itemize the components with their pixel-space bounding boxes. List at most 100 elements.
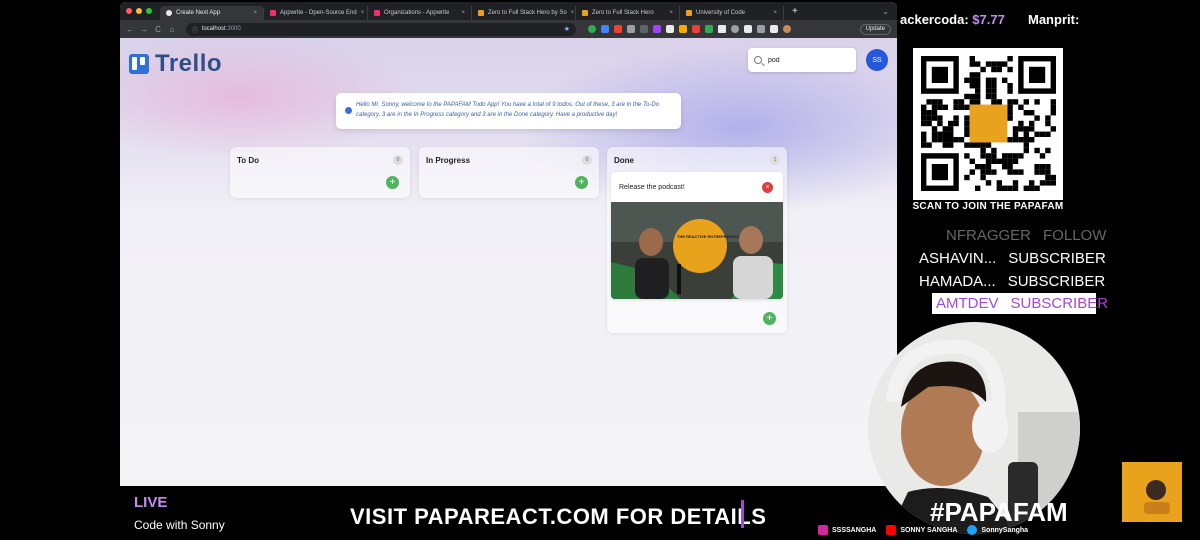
tab-close-icon[interactable]: × bbox=[773, 10, 777, 16]
qr-module bbox=[1012, 185, 1019, 191]
extension-icon[interactable] bbox=[705, 25, 713, 33]
qr-module bbox=[1007, 153, 1013, 159]
qr-module bbox=[921, 110, 927, 116]
alert-row: NFRAGGER FOLLOW bbox=[946, 224, 1106, 247]
address-bar[interactable]: ⓘ localhost:3000 ★ bbox=[186, 22, 576, 36]
qr-caption: SCAN TO JOIN THE PAPAFAM bbox=[912, 201, 1064, 212]
qr-module bbox=[991, 93, 997, 100]
extension-icon[interactable] bbox=[666, 25, 674, 33]
qr-module bbox=[937, 115, 943, 121]
qr-module bbox=[953, 99, 959, 105]
extension-icon[interactable] bbox=[601, 25, 609, 33]
alert-name: ASHAVIN... bbox=[919, 250, 997, 267]
extension-icon[interactable] bbox=[718, 25, 726, 33]
forward-button[interactable]: → bbox=[140, 25, 148, 34]
alert-action: FOLLOW bbox=[1043, 227, 1107, 244]
add-todo-button[interactable]: + bbox=[763, 312, 776, 325]
url-text[interactable]: localhost:3000 bbox=[202, 26, 560, 32]
qr-module bbox=[991, 99, 997, 105]
bookmark-star-icon[interactable]: ★ bbox=[564, 25, 570, 33]
search-box[interactable] bbox=[748, 48, 856, 72]
extensions-bar bbox=[588, 25, 791, 33]
add-todo-button[interactable]: + bbox=[386, 176, 399, 189]
tab-favicon-icon bbox=[582, 10, 588, 16]
qr-module bbox=[991, 61, 997, 67]
qr-module bbox=[991, 158, 997, 164]
extension-icon[interactable] bbox=[614, 25, 622, 33]
qr-module bbox=[964, 126, 970, 132]
qr-module bbox=[1007, 56, 1013, 62]
hashtag: #PAPAFAM bbox=[930, 497, 1068, 527]
maximize-window-button[interactable] bbox=[146, 8, 152, 14]
url-host: localhost bbox=[202, 26, 226, 32]
extension-icon[interactable] bbox=[731, 25, 739, 33]
search-input[interactable] bbox=[768, 56, 848, 64]
qr-module bbox=[1045, 174, 1051, 181]
delete-todo-button[interactable]: × bbox=[762, 181, 773, 193]
welcome-text: Hello Mr. Sonny, welcome to the PAPAFAM … bbox=[356, 102, 660, 118]
tab-favicon-icon bbox=[686, 10, 692, 16]
extension-icon[interactable] bbox=[653, 25, 661, 33]
qr-module bbox=[985, 158, 992, 164]
tab-zero-to-full-stack-hero-by[interactable]: Zero to Full Stack Hero by So × bbox=[472, 6, 576, 20]
qr-module bbox=[991, 147, 997, 154]
extension-icon[interactable] bbox=[692, 25, 700, 33]
tab-close-icon[interactable]: × bbox=[361, 10, 365, 16]
tab-zero-to-full-stack-hero[interactable]: Zero to Full Stack Hero × bbox=[576, 6, 680, 20]
extension-icon[interactable] bbox=[744, 25, 752, 33]
alert-row: HAMADA... SUBSCRIBER bbox=[919, 270, 1105, 293]
qr-module bbox=[1045, 180, 1051, 186]
tab-label: Appwrite - Open-Source End bbox=[280, 10, 357, 16]
qr-module bbox=[1029, 137, 1035, 143]
qr-module bbox=[1002, 61, 1008, 67]
add-todo-button[interactable]: + bbox=[575, 176, 588, 189]
tab-close-icon[interactable]: × bbox=[461, 10, 465, 16]
tab-organizations-appwrite[interactable]: Organizations - Appwrite × bbox=[368, 6, 472, 20]
qr-module bbox=[969, 99, 975, 105]
home-button[interactable]: ⌂ bbox=[168, 25, 176, 34]
qr-module bbox=[964, 153, 970, 159]
extension-icon[interactable] bbox=[679, 25, 687, 33]
extension-icon[interactable] bbox=[588, 25, 596, 33]
qr-module bbox=[969, 77, 975, 83]
back-button[interactable]: ← bbox=[126, 25, 134, 34]
youtube-icon bbox=[886, 525, 897, 535]
tab-appwrite[interactable]: Appwrite - Open-Source End × bbox=[264, 6, 368, 20]
qr-module bbox=[964, 104, 970, 110]
todo-card[interactable]: Release the podcast! × THE REACTIVE ENTR… bbox=[611, 172, 783, 299]
minimize-window-button[interactable] bbox=[136, 8, 142, 14]
trello-logo: Trello bbox=[129, 50, 222, 78]
qr-module bbox=[1012, 180, 1019, 186]
tab-search-icon[interactable]: ⌄ bbox=[882, 7, 889, 16]
close-window-button[interactable] bbox=[126, 8, 132, 14]
tab-university-of-code[interactable]: University of Code × bbox=[680, 6, 784, 20]
qr-module bbox=[1029, 126, 1035, 132]
qr-module bbox=[1007, 115, 1013, 121]
extension-icon[interactable] bbox=[640, 25, 648, 33]
sidebar-icon[interactable] bbox=[770, 25, 778, 33]
qr-module bbox=[953, 120, 959, 127]
qr-module bbox=[1023, 99, 1029, 105]
qr-module bbox=[1039, 131, 1046, 137]
qr-module bbox=[975, 185, 981, 191]
qr-module bbox=[958, 137, 965, 143]
tab-create-next-app[interactable]: Create Next App × bbox=[160, 6, 264, 20]
update-button[interactable]: Update bbox=[859, 23, 891, 35]
new-tab-button[interactable]: + bbox=[792, 6, 798, 17]
tab-close-icon[interactable]: × bbox=[253, 10, 257, 16]
qr-module bbox=[980, 174, 986, 181]
tab-close-icon[interactable]: × bbox=[669, 10, 673, 16]
qr-module bbox=[975, 83, 981, 89]
tab-close-icon[interactable]: × bbox=[571, 10, 575, 16]
extension-icon[interactable] bbox=[627, 25, 635, 33]
qr-module bbox=[1007, 137, 1013, 143]
puzzle-icon[interactable] bbox=[757, 25, 765, 33]
reload-button[interactable]: C bbox=[154, 25, 162, 34]
qr-module bbox=[1045, 115, 1051, 121]
info-icon[interactable]: ⓘ bbox=[192, 25, 198, 34]
qr-module bbox=[1018, 153, 1024, 159]
profile-avatar[interactable] bbox=[783, 25, 791, 33]
qr-module bbox=[1034, 115, 1040, 121]
qr-module bbox=[1023, 142, 1029, 148]
avatar[interactable]: SS bbox=[866, 49, 888, 71]
